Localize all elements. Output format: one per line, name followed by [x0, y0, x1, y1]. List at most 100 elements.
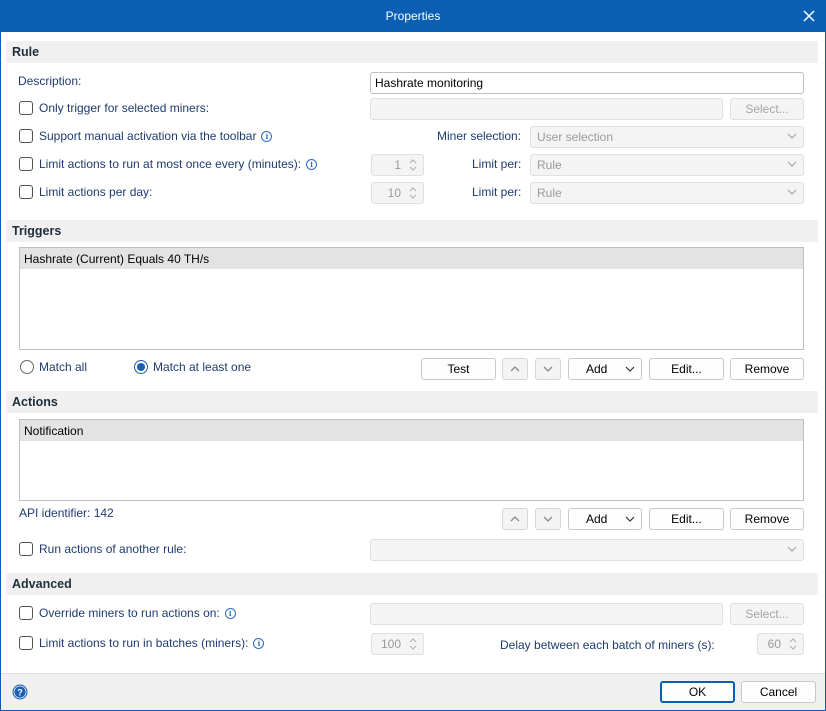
miner-selection-dropdown: User selection — [530, 126, 804, 148]
delay-label: Delay between each batch of miners (s): — [500, 638, 715, 652]
limit-day-stepper: 10 — [371, 182, 424, 204]
trigger-add-button[interactable]: Add — [568, 358, 642, 380]
title-bar: Properties — [1, 1, 825, 32]
list-item[interactable]: Hashrate (Current) Equals 40 TH/s — [20, 248, 803, 269]
stepper-arrows-icon — [409, 187, 417, 199]
advanced-section-header: Advanced — [6, 573, 818, 595]
action-add-label: Add — [586, 512, 608, 526]
triggers-section-header: Triggers — [6, 220, 818, 242]
chevron-down-icon — [543, 366, 553, 372]
override-row: Override miners to run actions on: i — [39, 606, 236, 620]
action-add-button[interactable]: Add — [568, 508, 642, 530]
test-button[interactable]: Test — [421, 358, 496, 380]
delay-value: 60 — [767, 637, 781, 651]
batches-label: Limit actions to run in batches (miners)… — [39, 636, 249, 650]
manual-activation-checkbox[interactable] — [19, 129, 33, 143]
limit-once-row: Limit actions to run at most once every … — [39, 157, 318, 171]
delay-stepper: 60 — [757, 633, 804, 655]
list-item[interactable]: Notification — [20, 420, 803, 441]
actions-heading: Actions — [12, 395, 58, 409]
trigger-edit-button[interactable]: Edit... — [649, 358, 724, 380]
limit-per-dropdown: Rule — [530, 154, 804, 176]
window-title: Properties — [385, 9, 441, 23]
run-other-label: Run actions of another rule: — [39, 542, 187, 556]
selected-miners-input — [370, 98, 723, 120]
miner-selection-label: Miner selection: — [437, 129, 522, 143]
description-input[interactable]: Hashrate monitoring — [370, 72, 804, 94]
stepper-arrows-icon — [789, 638, 797, 650]
limit-once-checkbox[interactable] — [19, 157, 33, 171]
move-down-button[interactable] — [535, 358, 561, 380]
trigger-remove-button[interactable]: Remove — [730, 358, 804, 380]
rule-section-header: Rule — [6, 41, 818, 63]
limit-day-checkbox[interactable] — [19, 185, 33, 199]
chevron-down-icon — [787, 546, 797, 552]
info-icon: i — [253, 638, 265, 649]
limit-once-stepper: 1 — [371, 154, 424, 176]
info-icon: i — [306, 159, 318, 170]
run-other-checkbox[interactable] — [19, 542, 33, 556]
stepper-arrows-icon — [409, 159, 417, 171]
manual-activation-row: Support manual activation via the toolba… — [39, 129, 273, 143]
limit-per-label: Limit per: — [472, 157, 522, 171]
action-edit-button[interactable]: Edit... — [649, 508, 724, 530]
batches-stepper: 100 — [371, 633, 424, 655]
action-move-up-button[interactable] — [502, 508, 528, 530]
api-identifier: API identifier: 142 — [19, 506, 114, 520]
miner-selection-value: User selection — [537, 130, 614, 144]
limit-once-value: 1 — [394, 158, 401, 172]
match-all-radio[interactable] — [20, 360, 34, 374]
actions-list[interactable]: Notification — [19, 419, 804, 501]
chevron-down-icon — [543, 516, 553, 522]
batches-checkbox[interactable] — [19, 636, 33, 650]
run-other-dropdown — [370, 539, 804, 561]
chevron-up-icon — [510, 516, 520, 522]
chevron-down-icon — [625, 366, 635, 372]
triggers-list[interactable]: Hashrate (Current) Equals 40 TH/s — [19, 247, 804, 350]
batches-value: 100 — [380, 637, 401, 651]
properties-dialog: Properties Rule Description: Hashrate mo… — [0, 0, 826, 711]
actions-section-header: Actions — [6, 391, 818, 413]
action-move-down-button[interactable] — [535, 508, 561, 530]
limit-per2-value: Rule — [537, 186, 562, 200]
help-icon[interactable]: ? — [12, 684, 28, 700]
chevron-down-icon — [787, 161, 797, 167]
dialog-footer: ? OK Cancel — [1, 673, 825, 710]
limit-day-value: 10 — [387, 186, 401, 200]
close-icon[interactable] — [801, 8, 817, 24]
stepper-arrows-icon — [409, 638, 417, 650]
limit-once-label: Limit actions to run at most once every … — [39, 157, 302, 171]
override-checkbox[interactable] — [19, 606, 33, 620]
info-icon: i — [261, 131, 273, 142]
chevron-down-icon — [787, 189, 797, 195]
only-trigger-checkbox[interactable] — [19, 101, 33, 115]
match-at-least-one-radio[interactable] — [134, 360, 148, 374]
svg-text:?: ? — [17, 688, 23, 698]
limit-day-label: Limit actions per day: — [39, 185, 153, 199]
limit-per2-dropdown: Rule — [530, 182, 804, 204]
ok-button[interactable]: OK — [660, 681, 735, 703]
match-all-label: Match all — [39, 360, 88, 374]
rule-heading: Rule — [12, 45, 40, 59]
action-remove-button[interactable]: Remove — [730, 508, 804, 530]
override-select-button[interactable]: Select... — [730, 603, 804, 625]
info-icon: i — [224, 608, 236, 619]
match-at-least-one-label: Match at least one — [153, 360, 252, 374]
only-trigger-label: Only trigger for selected miners: — [39, 101, 210, 115]
chevron-down-icon — [625, 516, 635, 522]
manual-activation-label: Support manual activation via the toolba… — [39, 129, 257, 143]
trigger-add-label: Add — [586, 362, 608, 376]
description-label: Description: — [18, 74, 82, 88]
cancel-button[interactable]: Cancel — [741, 681, 816, 703]
override-label: Override miners to run actions on: — [39, 606, 220, 620]
select-miners-button[interactable]: Select... — [730, 98, 804, 120]
limit-per-value: Rule — [537, 158, 562, 172]
advanced-heading: Advanced — [12, 577, 72, 591]
override-miners-input — [370, 603, 723, 625]
move-up-button[interactable] — [502, 358, 528, 380]
chevron-down-icon — [787, 133, 797, 139]
limit-per2-label: Limit per: — [472, 185, 522, 199]
triggers-heading: Triggers — [12, 224, 62, 238]
chevron-up-icon — [510, 366, 520, 372]
batches-row: Limit actions to run in batches (miners)… — [39, 636, 265, 650]
